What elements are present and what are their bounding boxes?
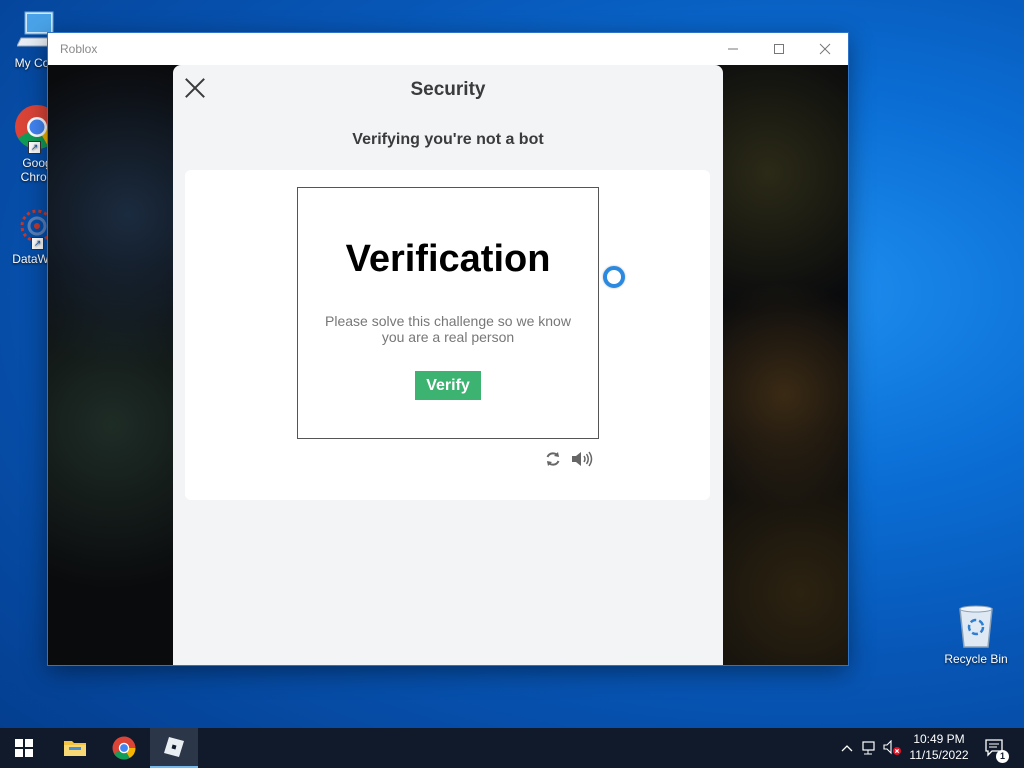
taskbar-chrome[interactable] [100,728,148,768]
start-button[interactable] [0,728,48,768]
taskbar-roblox[interactable] [150,728,198,768]
roblox-icon [164,737,184,757]
show-hidden-icons-button[interactable] [838,728,856,768]
taskbar-clock[interactable]: 10:49 PM 11/15/2022 [902,731,976,763]
windows-start-icon [15,739,33,757]
volume-muted-icon [883,740,901,755]
audio-icon[interactable] [571,450,593,468]
chrome-icon [112,736,136,760]
window-title: Roblox [60,42,98,56]
taskbar: 10:49 PM 11/15/2022 1 [0,728,1024,768]
maximize-button[interactable] [756,33,802,65]
window-titlebar[interactable]: Roblox [48,33,848,65]
clock-time: 10:49 PM [913,732,965,746]
desktop-icon-recycle-bin[interactable]: Recycle Bin [940,603,1012,666]
verification-description: Please solve this challenge so we know y… [325,313,571,345]
challenge-card: Verification Please solve this challenge… [185,170,710,500]
clock-date: 11/15/2022 [909,748,969,762]
shortcut-arrow-icon: ↗ [28,141,41,154]
loading-indicator [603,266,625,288]
file-explorer-icon [64,741,86,756]
recycle-bin-label: Recycle Bin [944,652,1008,666]
window-close-button[interactable] [802,33,848,65]
roblox-window: Roblox Security Verifying you're not a b… [48,33,848,665]
volume-tray[interactable] [882,728,904,768]
recycle-bin-icon [956,603,996,649]
security-modal: Security Verifying you're not a bot Veri… [173,65,723,665]
notification-count-badge: 1 [996,750,1009,763]
maximize-icon [774,44,784,54]
captcha-frame: Verification Please solve this challenge… [297,187,599,439]
verify-button[interactable]: Verify [415,371,481,400]
refresh-icon[interactable] [544,450,562,468]
verification-heading: Verification [345,238,551,280]
action-center-button[interactable]: 1 [980,728,1010,768]
shortcut-arrow-icon: ↗ [31,237,44,250]
minimize-icon [728,48,738,50]
taskbar-file-explorer[interactable] [51,728,99,768]
minimize-button[interactable] [710,33,756,65]
modal-title: Security [410,79,486,100]
network-tray[interactable] [860,728,880,768]
modal-subtitle: Verifying you're not a bot [352,131,544,148]
chevron-up-icon [841,745,853,752]
close-icon [819,43,831,55]
network-icon [862,741,875,755]
